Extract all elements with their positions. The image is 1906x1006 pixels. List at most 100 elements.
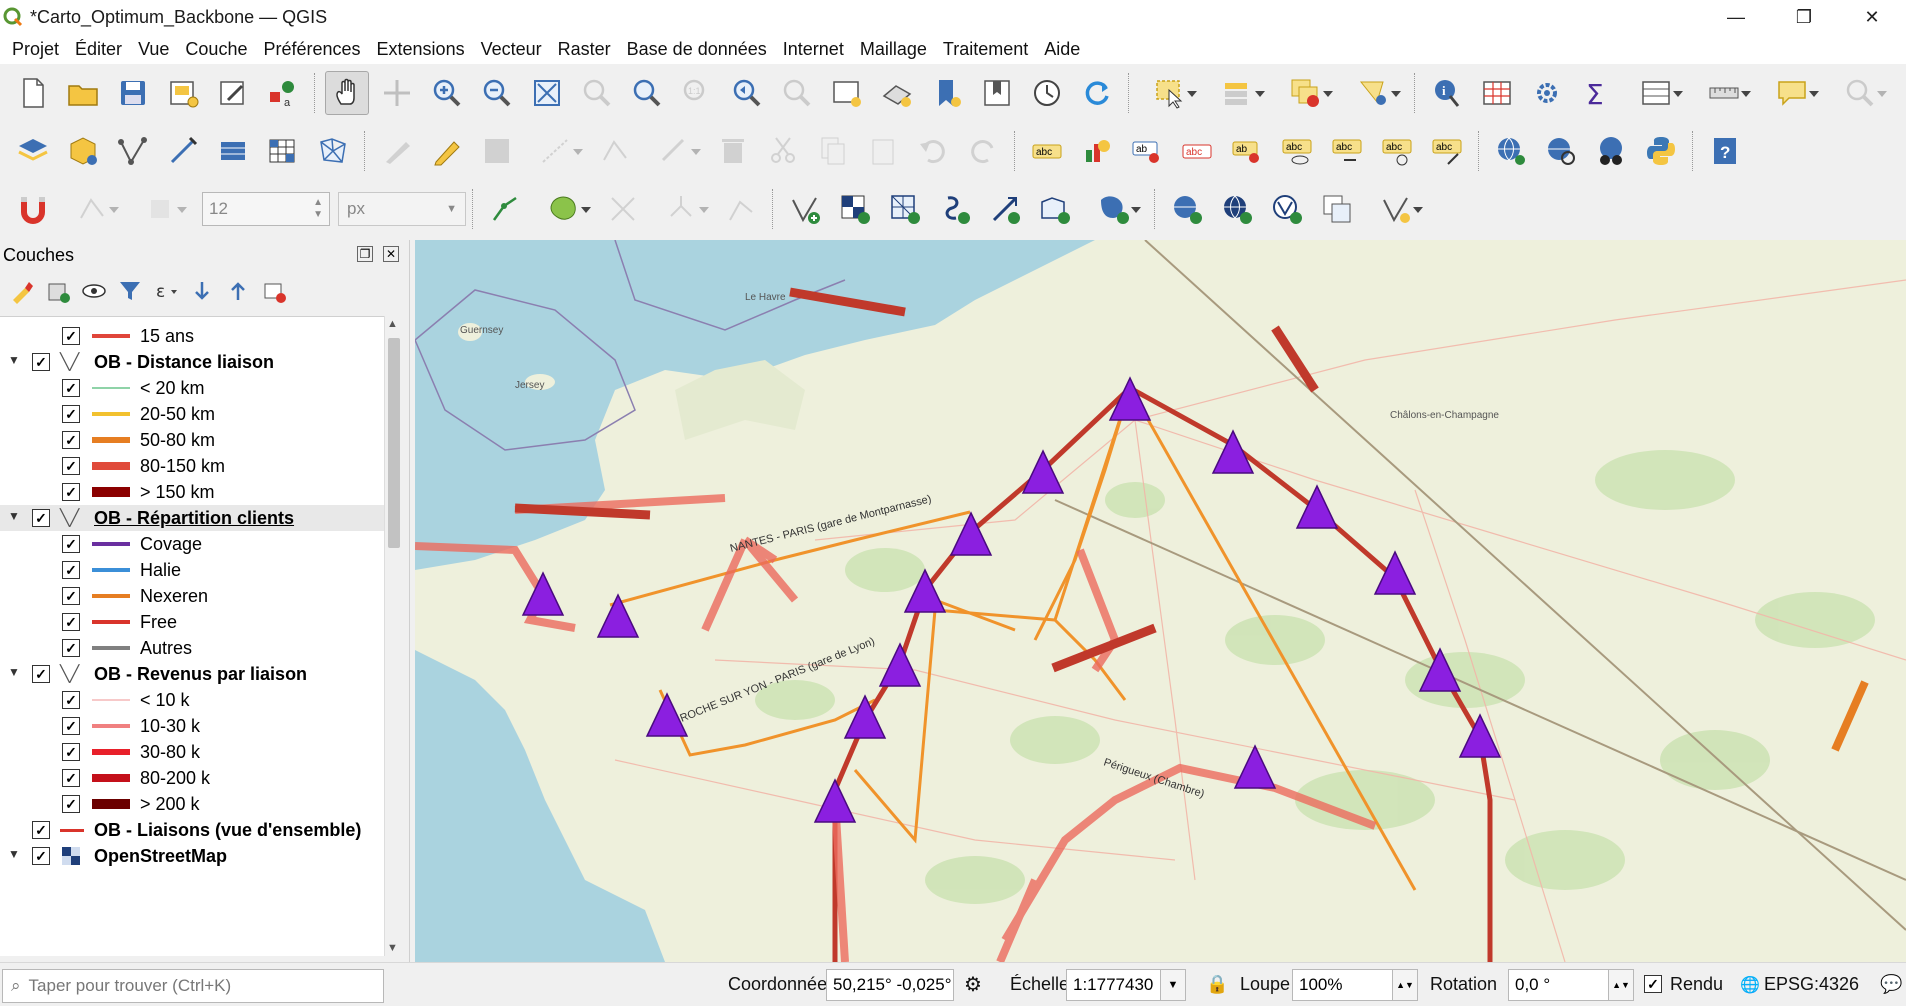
measure-line-icon[interactable] bbox=[1693, 71, 1755, 115]
add-group-icon[interactable] bbox=[40, 274, 76, 308]
new-mesh-layer-icon[interactable] bbox=[883, 187, 927, 231]
class-checkbox[interactable]: ✓ bbox=[62, 535, 80, 553]
snapping-magnet-icon[interactable] bbox=[11, 187, 55, 231]
add-vector-tile-icon[interactable] bbox=[1265, 187, 1309, 231]
label-toolbar-abc-icon[interactable]: abc bbox=[1025, 129, 1069, 173]
save-project-icon[interactable] bbox=[111, 71, 155, 115]
open-attribute-table-icon[interactable] bbox=[1475, 71, 1519, 115]
layer-row[interactable]: ▼ ✓ ╲╱ OB - Revenus par liaison bbox=[0, 661, 384, 687]
menu-maillage[interactable]: Maillage bbox=[852, 34, 935, 64]
new-project-icon[interactable] bbox=[11, 71, 55, 115]
legend-class-row[interactable]: ✓ 30-80 k bbox=[0, 739, 384, 765]
class-checkbox[interactable]: ✓ bbox=[62, 327, 80, 345]
class-checkbox[interactable]: ✓ bbox=[62, 691, 80, 709]
zoom-last-icon[interactable] bbox=[725, 71, 769, 115]
new-temporary-scratch-icon[interactable] bbox=[933, 187, 977, 231]
render-checkbox[interactable]: ✓ bbox=[1644, 975, 1662, 993]
filter-expression-icon[interactable]: ε bbox=[148, 274, 184, 308]
legend-class-row[interactable]: ✓ 10-30 k bbox=[0, 713, 384, 739]
add-raster-layer-icon[interactable] bbox=[261, 129, 305, 173]
snap-intersection-icon[interactable] bbox=[601, 187, 645, 231]
label-move-icon[interactable]: ab bbox=[1225, 129, 1269, 173]
label-change-icon[interactable]: abc bbox=[1425, 129, 1469, 173]
new-geopackage-layer-icon[interactable] bbox=[833, 187, 877, 231]
add-mesh-layer-icon[interactable] bbox=[311, 129, 355, 173]
new-bookmark-icon[interactable] bbox=[925, 71, 969, 115]
temporal-controller-icon[interactable] bbox=[1025, 71, 1069, 115]
menu-vecteur[interactable]: Vecteur bbox=[473, 34, 550, 64]
vertex-tool-icon[interactable] bbox=[593, 129, 637, 173]
crs-label[interactable]: EPSG:4326 bbox=[1764, 963, 1859, 1006]
magnifier-spin-icon[interactable]: ▲▼ bbox=[1392, 969, 1418, 1001]
float-panel-icon[interactable]: ❐ bbox=[357, 246, 373, 262]
deselect-features-icon[interactable] bbox=[1275, 71, 1337, 115]
paste-features-icon[interactable] bbox=[861, 129, 905, 173]
coordinate-field[interactable]: 50,215° -0,025° bbox=[826, 969, 954, 1001]
scale-field[interactable]: 1:1777430 bbox=[1066, 969, 1172, 1001]
add-point-cloud-icon[interactable] bbox=[1315, 187, 1359, 231]
legend-class-row[interactable]: ✓ Covage bbox=[0, 531, 384, 557]
layer-checkbox[interactable]: ✓ bbox=[32, 509, 50, 527]
snapping-type-icon[interactable] bbox=[129, 187, 191, 231]
new-spatialite-layer-icon[interactable] bbox=[983, 187, 1027, 231]
legend-class-row[interactable]: ✓ < 20 km bbox=[0, 375, 384, 401]
legend-class-row[interactable]: ✓ Autres bbox=[0, 635, 384, 661]
menu-preferences[interactable]: Préférences bbox=[255, 34, 368, 64]
collapse-arrow-icon[interactable]: ▼ bbox=[8, 509, 20, 523]
scale-dropdown-icon[interactable]: ▼ bbox=[1160, 969, 1186, 1001]
legend-class-row[interactable]: ✓ 15 ans bbox=[0, 323, 384, 349]
attribute-selection-icon[interactable] bbox=[1207, 71, 1269, 115]
zoom-out-icon[interactable] bbox=[475, 71, 519, 115]
tolerance-unit-select[interactable]: px ▼ bbox=[338, 192, 466, 226]
identify-features-icon[interactable]: i bbox=[1425, 71, 1469, 115]
new-shapefile-layer-icon[interactable] bbox=[783, 187, 827, 231]
layer-styling-icon[interactable] bbox=[4, 274, 40, 308]
map-tips-icon[interactable] bbox=[1761, 71, 1823, 115]
layer-row[interactable]: ▼ ✓ OpenStreetMap bbox=[0, 843, 384, 869]
crs-globe-icon[interactable]: 🌐 bbox=[1740, 963, 1760, 1006]
layer-tree-scrollbar[interactable]: ▲ ▼ bbox=[384, 316, 402, 956]
topological-editing-icon[interactable] bbox=[483, 187, 527, 231]
remove-layer-icon[interactable] bbox=[256, 274, 292, 308]
toggle-editing-icon[interactable] bbox=[425, 129, 469, 173]
select-features-icon[interactable] bbox=[1139, 71, 1201, 115]
label-pin-icon[interactable]: ab bbox=[1125, 129, 1169, 173]
messages-icon[interactable]: 💬 bbox=[1880, 963, 1902, 1006]
new-print-layout-icon[interactable] bbox=[161, 71, 205, 115]
add-geopackage-icon[interactable] bbox=[61, 129, 105, 173]
locator-search-icon[interactable] bbox=[1829, 71, 1891, 115]
class-checkbox[interactable]: ✓ bbox=[62, 639, 80, 657]
snapping-tolerance-spinbox[interactable]: 12 ▲ ▼ bbox=[202, 192, 330, 226]
show-bookmarks-icon[interactable] bbox=[975, 71, 1019, 115]
zoom-to-layer-icon[interactable] bbox=[625, 71, 669, 115]
collapse-all-icon[interactable] bbox=[220, 274, 256, 308]
current-edits-icon[interactable] bbox=[375, 129, 419, 173]
legend-class-row[interactable]: ✓ Halie bbox=[0, 557, 384, 583]
scrollbar-thumb[interactable] bbox=[388, 338, 400, 548]
add-arcgis-layer-icon[interactable] bbox=[1215, 187, 1259, 231]
add-spatialite-icon[interactable] bbox=[211, 129, 255, 173]
layer-row-selected[interactable]: ▼ ✓ ╲╱ OB - Répartition clients bbox=[0, 505, 384, 531]
python-console-icon[interactable] bbox=[1639, 129, 1683, 173]
class-checkbox[interactable]: ✓ bbox=[62, 795, 80, 813]
new-map-view-icon[interactable] bbox=[825, 71, 869, 115]
legend-class-row[interactable]: ✓ < 10 k bbox=[0, 687, 384, 713]
layer-checkbox[interactable]: ✓ bbox=[32, 353, 50, 371]
open-project-icon[interactable] bbox=[61, 71, 105, 115]
menu-base-de-donnees[interactable]: Base de données bbox=[619, 34, 775, 64]
add-wfs-layer-icon[interactable] bbox=[1539, 129, 1583, 173]
add-line-feature-icon[interactable] bbox=[525, 129, 587, 173]
refresh-icon[interactable] bbox=[1075, 71, 1119, 115]
class-checkbox[interactable]: ✓ bbox=[62, 379, 80, 397]
menu-vue[interactable]: Vue bbox=[130, 34, 177, 64]
coordinate-toggle-icon[interactable]: ⚙ bbox=[964, 963, 982, 1006]
add-wms-layer-icon[interactable] bbox=[1489, 129, 1533, 173]
rotation-field[interactable]: 0,0 ° bbox=[1508, 969, 1616, 1001]
zoom-in-icon[interactable] bbox=[425, 71, 469, 115]
collapse-arrow-icon[interactable]: ▼ bbox=[8, 353, 20, 367]
legend-class-row[interactable]: ✓ 80-150 km bbox=[0, 453, 384, 479]
add-vector-layer-icon[interactable] bbox=[111, 129, 155, 173]
digitize-shape-icon[interactable] bbox=[1083, 187, 1145, 231]
class-checkbox[interactable]: ✓ bbox=[62, 743, 80, 761]
modify-attributes-icon[interactable] bbox=[643, 129, 705, 173]
